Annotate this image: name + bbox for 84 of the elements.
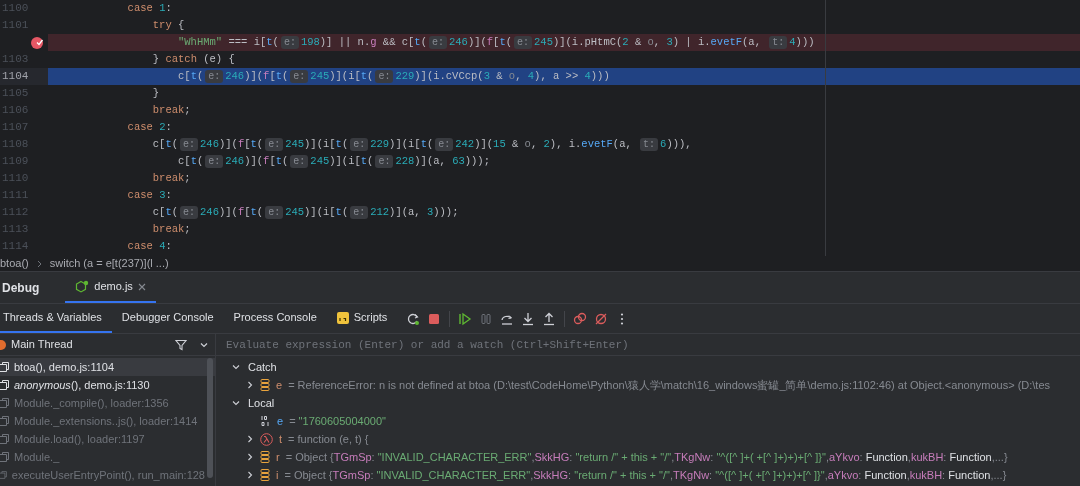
- chevron-right-icon[interactable]: [246, 381, 254, 389]
- code-line: case 4:: [126, 238, 173, 254]
- inlay-hint: e:: [350, 206, 369, 219]
- breakpoints-icon[interactable]: [572, 310, 589, 327]
- code-line: c[t( e: 246)](f[t( e: 245)](i[t( e: 229)](i[t( e: 242)](15 & o, 2), i.evetF(a, t: 6))),: [151, 136, 693, 153]
- panel-tab[interactable]: Process Console: [223, 304, 327, 333]
- chevron-down-icon[interactable]: [232, 363, 240, 371]
- breadcrumb[interactable]: btoa(): [0, 255, 29, 272]
- inlay-hint: e:: [428, 36, 447, 49]
- variable-row[interactable]: t = function (e, t) {: [216, 430, 1080, 448]
- inlay-hint: e:: [290, 155, 309, 168]
- inlay-hint: e:: [205, 70, 224, 83]
- javascript-file-icon: [336, 311, 349, 324]
- frame-icon: [0, 362, 9, 372]
- thread-name[interactable]: Main Thread: [11, 336, 73, 353]
- stack-frame[interactable]: btoa(), demo.js:1104: [0, 358, 215, 376]
- panel-title: Debug: [1, 279, 41, 297]
- code-line: case 2:: [126, 119, 173, 135]
- code-line: break;: [151, 221, 192, 237]
- object-icon: [260, 469, 270, 481]
- chevron-right-icon[interactable]: [246, 435, 254, 443]
- code-line: try {: [151, 17, 186, 33]
- panel-tab[interactable]: Threads & Variables: [0, 304, 112, 333]
- code-line: case 1:: [126, 0, 173, 16]
- frame-label: executeUserEntryPoint(), run_main:128: [11, 467, 205, 483]
- frame-label: anonymous(), demo.js:1130: [14, 377, 150, 393]
- breadcrumb-separator: [36, 259, 42, 268]
- filter-icon[interactable]: [175, 338, 187, 351]
- object-icon: [260, 379, 270, 391]
- frame-icon: [0, 452, 9, 462]
- frame-icon: [0, 470, 7, 480]
- frame-label: btoa(), demo.js:1104: [14, 359, 115, 375]
- frame-label: Module._compile(), loader:1356: [14, 395, 169, 411]
- frame-label: Module._extensions..js(), loader:1414: [14, 413, 198, 429]
- lambda-icon: [260, 432, 273, 446]
- inlay-hint: e:: [280, 36, 299, 49]
- frame-label: Module._: [14, 449, 60, 465]
- debug-tab[interactable]: demo.js: [65, 272, 156, 303]
- inlay-hint: e:: [265, 138, 284, 151]
- object-icon: [260, 451, 270, 463]
- inlay-hint: e:: [205, 155, 224, 168]
- variable-row[interactable]: e = ReferenceError: n is not defined at btoa (D:\test\CodeHome\Python\猿人学\match\16_windows蜜罐_简单\demo.js:1102:46) at Object.<anonymous> (D:\tes: [216, 376, 1080, 394]
- chevron-right-icon[interactable]: [246, 471, 254, 479]
- code-line: break;: [151, 102, 192, 118]
- code-line: case 3:: [126, 187, 173, 203]
- frame-icon: [0, 380, 9, 390]
- stack-frame[interactable]: anonymous(), demo.js:1130: [0, 376, 215, 394]
- frame-icon: [0, 434, 9, 444]
- scope-row[interactable]: Catch: [216, 358, 1080, 376]
- binary-icon: [260, 415, 271, 427]
- variable-row[interactable]: r = Object {TGmSp: "INVALID_CHARACTER_ERR",SkkHG: "return /" + this + "/",TKgNw: "^([^ ]+( +[^ ]+)+)+[^ ]}",aYkvo: Function,kukBH: Function,...}: [216, 448, 1080, 466]
- chevron-down-icon[interactable]: [232, 399, 240, 407]
- inlay-hint: t:: [640, 138, 659, 151]
- variable-row[interactable]: e = "1760605004000": [216, 412, 1080, 430]
- code-line: } catch (e) {: [151, 51, 236, 67]
- inlay-hint: e:: [350, 138, 369, 151]
- inlay-hint: e:: [265, 206, 284, 219]
- frame-icon: [0, 398, 9, 408]
- breadcrumb[interactable]: switch (a = e[t(237)](l ...): [49, 255, 169, 272]
- chevron-right-icon[interactable]: [246, 453, 254, 461]
- inlay-hint: e:: [514, 36, 533, 49]
- inlay-hint: e:: [180, 206, 199, 219]
- inlay-hint: e:: [180, 138, 199, 151]
- inlay-hint: t:: [769, 36, 788, 49]
- code-line: c[t( e: 246)](f[t( e: 245)](i[t( e: 228)](a, 63)));: [177, 153, 491, 170]
- panel-tab[interactable]: Debugger Console: [111, 304, 224, 333]
- inlay-hint: e:: [375, 155, 394, 168]
- evaluate-field[interactable]: Evaluate expression (Enter) or add a watch (Ctrl+Shift+Enter): [216, 334, 1080, 355]
- inlay-hint: e:: [435, 138, 454, 151]
- frame-label: Module.load(), loader:1197: [14, 431, 145, 447]
- inlay-hint: e:: [290, 70, 309, 83]
- scrollbar[interactable]: [207, 358, 213, 478]
- scope-row[interactable]: Local: [216, 394, 1080, 412]
- code-line: }: [151, 85, 161, 101]
- inlay-hint: e:: [375, 70, 394, 83]
- code-line: break;: [151, 170, 192, 186]
- panel-tab[interactable]: Scripts: [326, 304, 398, 333]
- code-line: c[t( e: 246)](f[t( e: 245)](i[t( e: 212)](a, 3)));: [151, 204, 460, 221]
- nodejs-icon: [75, 279, 90, 294]
- variable-row[interactable]: i = Object {TGmSp: "INVALID_CHARACTER_ERR",SkkHG: "return /" + this + "/",TKgNw: "^([^ ]+( +[^ ]+)+)+[^ ]}",aYkvo: Function,kukBH: Function,...}: [216, 466, 1080, 484]
- line-number: 1104: [2, 69, 29, 85]
- frame-icon: [0, 416, 9, 426]
- breakpoint-icon[interactable]: [30, 35, 44, 50]
- close-icon[interactable]: [137, 282, 146, 291]
